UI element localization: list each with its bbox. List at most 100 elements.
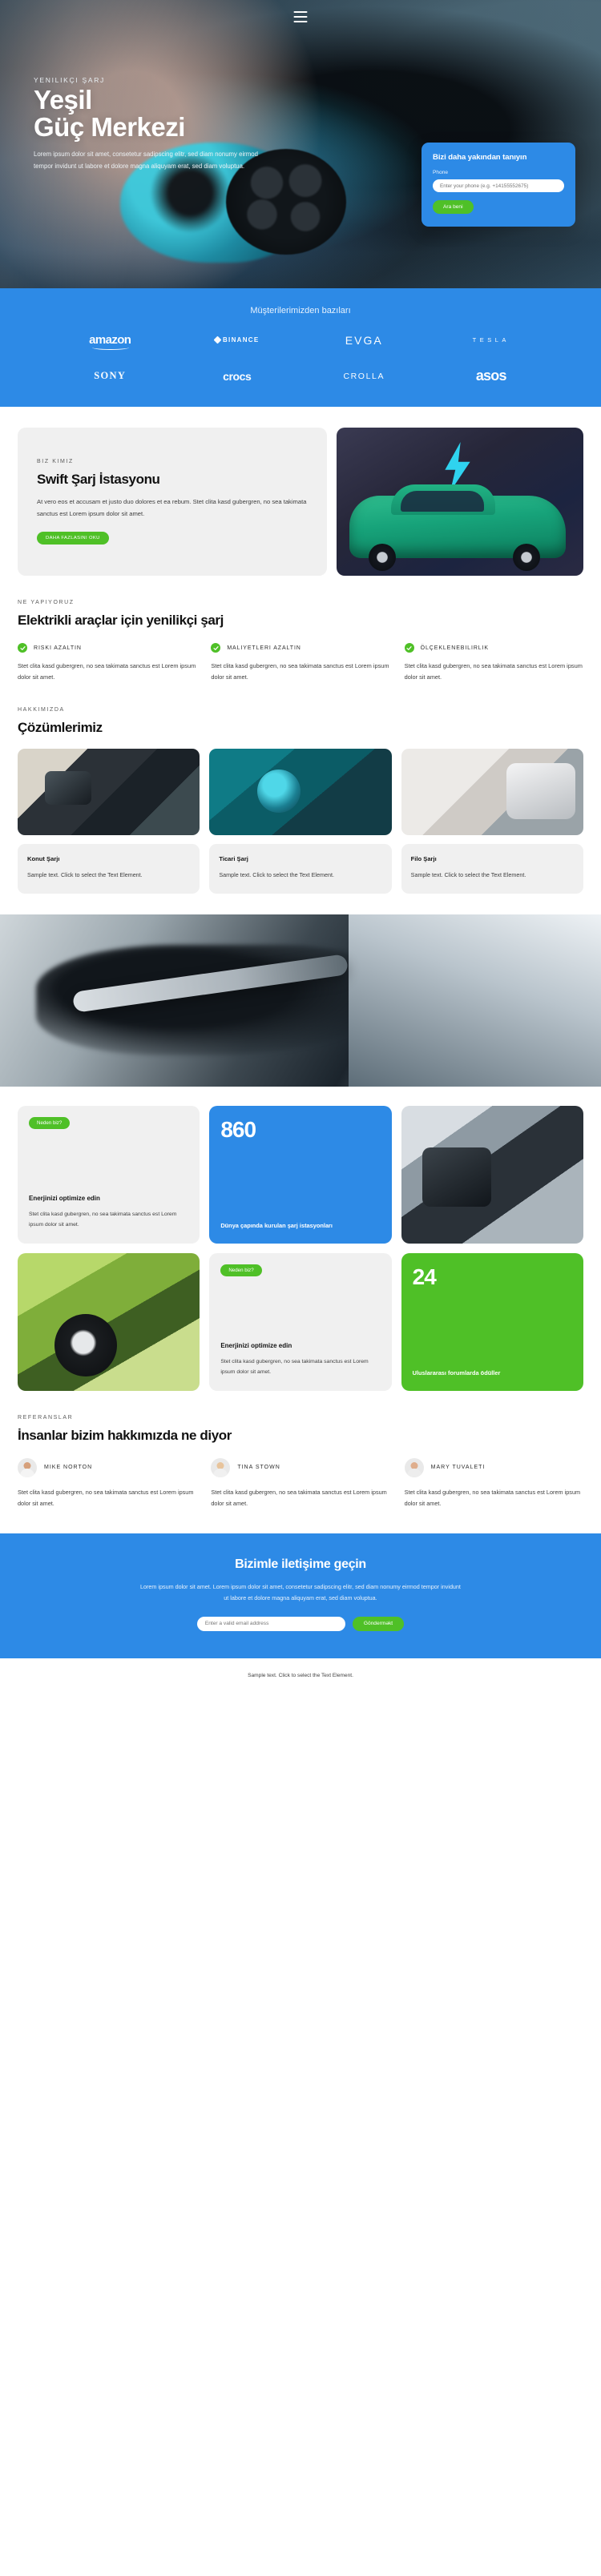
check-circle-icon bbox=[404, 643, 414, 653]
features-section: NE YAPIYORUZ Elektrikli araçlar için yen… bbox=[0, 576, 601, 683]
testimonials-title: İnsanlar bizim hakkımızda ne diyor bbox=[18, 1427, 232, 1443]
features-eyebrow: NE YAPIYORUZ bbox=[18, 600, 75, 605]
about-title: Swift Şarj İstasyonu bbox=[37, 472, 160, 488]
logo-amazon: amazon bbox=[89, 333, 131, 350]
cta-body: Lorem ipsum dolor sit amet. Lorem ipsum … bbox=[140, 1582, 461, 1601]
solution-image bbox=[18, 749, 200, 836]
car-wheel-front-graphic bbox=[369, 544, 396, 571]
solution-name: Konut Şarjı bbox=[27, 855, 60, 863]
phone-input[interactable] bbox=[433, 179, 564, 192]
banner-image-section bbox=[0, 914, 601, 1087]
amazon-smile-icon bbox=[92, 345, 130, 350]
hero-contact-card: Bizi daha yakından tanıyın Phone Ara ben… bbox=[422, 143, 575, 227]
footer: Sample text. Click to select the Text El… bbox=[0, 1658, 601, 1696]
email-input[interactable] bbox=[196, 1616, 345, 1631]
testimonial-name: MARY TUVALETI bbox=[430, 1465, 486, 1471]
features-grid: RISKI AZALTIN Stet clita kasd gubergren,… bbox=[18, 643, 583, 683]
testimonials-eyebrow: REFERANSLAR bbox=[18, 1414, 74, 1421]
stats-row-1: Neden biz? Enerjinizi optimize edin Stet… bbox=[0, 1087, 601, 1244]
stat-caption: Dünya çapında kurulan şarj istasyonları bbox=[220, 1221, 333, 1229]
logo-crolla: CROLLA bbox=[343, 371, 385, 381]
phone-field-label: Phone bbox=[433, 170, 449, 175]
solution-item[interactable]: Filo Şarjı Sample text. Click to select … bbox=[401, 749, 583, 894]
hero-card-title: Bizi daha yakından tanıyın bbox=[433, 153, 527, 162]
stat-card-optimize: Neden biz? Enerjinizi optimize edin Stet… bbox=[18, 1105, 200, 1244]
about-illustration bbox=[337, 428, 583, 576]
stat-card-awards: 24 Uluslararası forumlarda ödüller bbox=[401, 1252, 583, 1391]
stat-number: 860 bbox=[220, 1116, 256, 1142]
landing-page: YENILIKÇI ŞARJ Yeşil Güç Merkezi Lorem i… bbox=[0, 0, 601, 1696]
feature-header: MALIYETLERI AZALTIN bbox=[211, 643, 389, 653]
cta-form: Gönderməkt bbox=[18, 1616, 583, 1631]
testimonial-item: TINA STOWN Stet clita kasd gubergren, no… bbox=[211, 1457, 389, 1509]
logo-binance: BINANCE bbox=[213, 336, 260, 344]
why-us-pill-button[interactable]: Neden biz? bbox=[29, 1116, 71, 1129]
page-title: Yeşil Güç Merkezi bbox=[34, 86, 185, 140]
solution-item[interactable]: Ticari Şarj Sample text. Click to select… bbox=[209, 749, 392, 894]
solution-card: Filo Şarjı Sample text. Click to select … bbox=[401, 844, 583, 894]
avatar bbox=[404, 1457, 424, 1477]
avatar-body-shape bbox=[20, 1468, 34, 1477]
testimonial-name: TINA STOWN bbox=[237, 1465, 280, 1471]
avatar-body-shape bbox=[406, 1468, 422, 1477]
testimonial-item: MARY TUVALETI Stet clita kasd gubergren,… bbox=[404, 1457, 583, 1509]
feature-item: ÖLÇEKLENEBILIRLIK Stet clita kasd guberg… bbox=[404, 643, 583, 683]
testimonial-header: TINA STOWN bbox=[211, 1457, 389, 1477]
solution-name: Filo Şarjı bbox=[410, 855, 437, 863]
logo-crocs: crocs bbox=[223, 369, 252, 383]
stat-caption: Uluslararası forumlarda ödüller bbox=[412, 1368, 501, 1376]
testimonials-section: REFERANSLAR İnsanlar bizim hakkımızda ne… bbox=[0, 1391, 601, 1509]
stats-row-2: Neden biz? Enerjinizi optimize edin Stet… bbox=[0, 1244, 601, 1391]
feature-title: ÖLÇEKLENEBILIRLIK bbox=[420, 645, 489, 651]
stat-card-stations: 860 Dünya çapında kurulan şarj istasyonl… bbox=[209, 1105, 392, 1244]
stat-card-text: Stet clita kasd gubergren, no sea takima… bbox=[220, 1358, 369, 1375]
why-us-pill-button[interactable]: Neden biz? bbox=[220, 1264, 262, 1276]
feature-header: ÖLÇEKLENEBILIRLIK bbox=[404, 643, 583, 653]
clients-title: Müşterilerimizden bazıları bbox=[250, 306, 351, 315]
solutions-eyebrow: HAKKIMIZDA bbox=[18, 707, 65, 713]
stat-card-text: Stet clita kasd gubergren, no sea takima… bbox=[29, 1211, 177, 1228]
about-section: BIZ KIMIZ Swift Şarj İstasyonu At vero e… bbox=[0, 407, 601, 576]
solution-name: Ticari Şarj bbox=[219, 855, 248, 863]
stat-number: 24 bbox=[412, 1264, 437, 1289]
submit-button[interactable]: Gönderməkt bbox=[352, 1616, 405, 1631]
avatar-body-shape bbox=[213, 1468, 228, 1477]
logo-asos: asos bbox=[475, 368, 507, 384]
testimonial-name: MIKE NORTON bbox=[44, 1465, 93, 1471]
about-eyebrow: BIZ KIMIZ bbox=[37, 459, 74, 465]
solution-text: Sample text. Click to select the Text El… bbox=[219, 871, 335, 879]
solutions-section: HAKKIMIZDA Çözümlerimiz Konut Şarjı Samp… bbox=[0, 683, 601, 894]
testimonial-body: Stet clita kasd gubergren, no sea takima… bbox=[18, 1488, 194, 1507]
stat-card-optimize: Neden biz? Enerjinizi optimize edin Stet… bbox=[209, 1252, 392, 1391]
feature-body: Stet clita kasd gubergren, no sea takima… bbox=[211, 662, 389, 681]
feature-item: MALIYETLERI AZALTIN Stet clita kasd gube… bbox=[211, 643, 389, 683]
solution-image bbox=[401, 749, 583, 836]
charging-cable-graphic bbox=[71, 954, 349, 1013]
hero-section: YENILIKÇI ŞARJ Yeşil Güç Merkezi Lorem i… bbox=[0, 0, 601, 288]
logo-tesla: TESLA bbox=[472, 336, 510, 344]
feature-header: RISKI AZALTIN bbox=[18, 643, 196, 653]
hero-title-line-2: Güç Merkezi bbox=[34, 111, 185, 142]
solution-card: Ticari Şarj Sample text. Click to select… bbox=[209, 844, 392, 894]
read-more-button[interactable]: DAHA FAZLASINI OKU bbox=[37, 531, 109, 545]
feature-title: RISKI AZALTIN bbox=[34, 645, 82, 651]
feature-body: Stet clita kasd gubergren, no sea takima… bbox=[18, 662, 196, 681]
hamburger-menu-icon[interactable] bbox=[293, 11, 308, 22]
about-text-card: BIZ KIMIZ Swift Şarj İstasyonu At vero e… bbox=[18, 428, 327, 576]
feature-item: RISKI AZALTIN Stet clita kasd gubergren,… bbox=[18, 643, 196, 683]
stat-card-photo bbox=[18, 1252, 200, 1391]
solutions-title: Çözümlerimiz bbox=[18, 720, 103, 736]
solution-item[interactable]: Konut Şarjı Sample text. Click to select… bbox=[18, 749, 200, 894]
logo-evga: EVGA bbox=[345, 333, 383, 347]
cta-section: Bizimle iletişime geçin Lorem ipsum dolo… bbox=[0, 1533, 601, 1658]
client-logo-grid: amazon BINANCE EVGA TESLA SONY crocs CRO… bbox=[0, 333, 601, 384]
logo-sony: SONY bbox=[94, 370, 127, 381]
stat-card-photo bbox=[401, 1105, 583, 1244]
hero-title-line-1: Yeşil bbox=[34, 85, 92, 115]
logo-binance-label: BINANCE bbox=[222, 336, 260, 344]
stat-card-title: Enerjinizi optimize edin bbox=[29, 1195, 100, 1203]
call-me-button[interactable]: Ara beni bbox=[433, 200, 474, 214]
feature-body: Stet clita kasd gubergren, no sea takima… bbox=[404, 662, 583, 681]
testimonial-header: MARY TUVALETI bbox=[404, 1457, 583, 1477]
solution-card: Konut Şarjı Sample text. Click to select… bbox=[18, 844, 200, 894]
